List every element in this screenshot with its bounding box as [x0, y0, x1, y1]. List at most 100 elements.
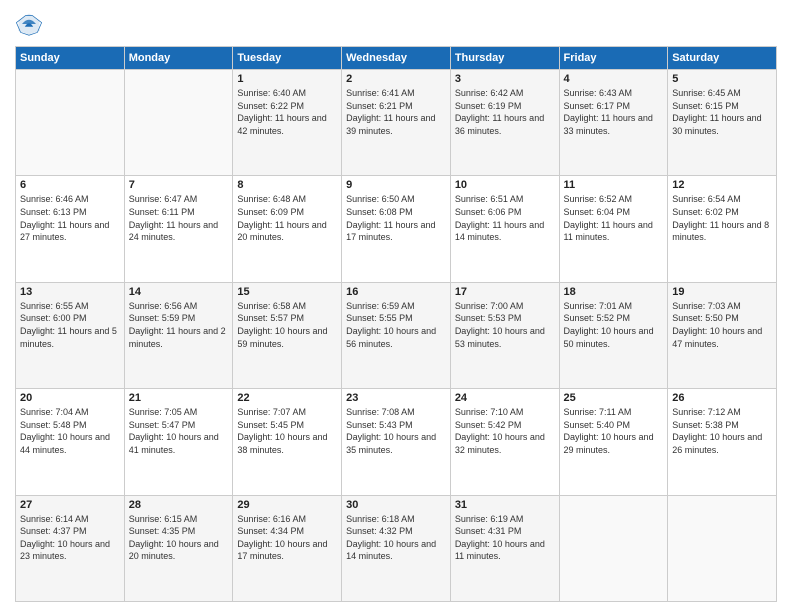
- day-number: 17: [455, 286, 555, 298]
- calendar-table: SundayMondayTuesdayWednesdayThursdayFrid…: [15, 46, 777, 602]
- day-info: Sunrise: 6:45 AMSunset: 6:15 PMDaylight:…: [672, 87, 772, 137]
- calendar-cell: 18Sunrise: 7:01 AMSunset: 5:52 PMDayligh…: [559, 282, 668, 388]
- day-info: Sunrise: 6:56 AMSunset: 5:59 PMDaylight:…: [129, 300, 229, 350]
- day-number: 6: [20, 179, 120, 191]
- day-info: Sunrise: 6:41 AMSunset: 6:21 PMDaylight:…: [346, 87, 446, 137]
- calendar-cell: 16 Sunrise: 6:59 AMSunset: 5:55 PMDayligh…: [342, 282, 451, 388]
- weekday-header-friday: Friday: [559, 47, 668, 70]
- day-info: Sunrise: 6:55 AMSunset: 6:00 PMDaylight:…: [20, 300, 120, 350]
- day-number: 30: [346, 499, 446, 511]
- day-info: Sunrise: 6:19 AMSunset: 4:31 PMDaylight:…: [455, 513, 555, 563]
- day-number: 29: [237, 499, 337, 511]
- calendar-cell: 2 Sunrise: 6:41 AMSunset: 6:21 PMDaylight…: [342, 70, 451, 176]
- calendar-cell: [124, 70, 233, 176]
- day-info: Sunrise: 6:42 AMSunset: 6:19 PMDaylight:…: [455, 87, 555, 137]
- calendar-cell: 10 Sunrise: 6:51 AMSunset: 6:06 PMDayligh…: [450, 176, 559, 282]
- day-info: Sunrise: 6:40 AMSunset: 6:22 PMDaylight:…: [237, 87, 337, 137]
- day-info: Sunrise: 6:48 AMSunset: 6:09 PMDaylight:…: [237, 193, 337, 243]
- calendar-cell: 1 Sunrise: 6:40 AMSunset: 6:22 PMDaylight…: [233, 70, 342, 176]
- day-info: Sunrise: 7:07 AMSunset: 5:45 PMDaylight:…: [237, 406, 337, 456]
- day-number: 5: [672, 73, 772, 85]
- calendar-cell: 26 Sunrise: 7:12 AMSunset: 5:38 PMDayligh…: [668, 389, 777, 495]
- calendar-cell: 11Sunrise: 6:52 AMSunset: 6:04 PMDayligh…: [559, 176, 668, 282]
- day-number: 1: [237, 73, 337, 85]
- day-number: 15: [237, 286, 337, 298]
- calendar-cell: 19Sunrise: 7:03 AMSunset: 5:50 PMDayligh…: [668, 282, 777, 388]
- day-number: 22: [237, 392, 337, 404]
- day-info: Sunrise: 6:47 AMSunset: 6:11 PMDaylight:…: [129, 193, 229, 243]
- calendar-cell: 13Sunrise: 6:55 AMSunset: 6:00 PMDayligh…: [16, 282, 125, 388]
- calendar-cell: 3Sunrise: 6:42 AMSunset: 6:19 PMDaylight…: [450, 70, 559, 176]
- day-number: 2: [346, 73, 446, 85]
- day-info: Sunrise: 7:12 AMSunset: 5:38 PMDaylight:…: [672, 406, 772, 456]
- calendar-cell: 9 Sunrise: 6:50 AMSunset: 6:08 PMDaylight…: [342, 176, 451, 282]
- calendar-cell: 17 Sunrise: 7:00 AMSunset: 5:53 PMDayligh…: [450, 282, 559, 388]
- day-number: 24: [455, 392, 555, 404]
- calendar-cell: 25 Sunrise: 7:11 AMSunset: 5:40 PMDayligh…: [559, 389, 668, 495]
- day-info: Sunrise: 6:59 AMSunset: 5:55 PMDaylight:…: [346, 300, 446, 350]
- calendar-cell: 20 Sunrise: 7:04 AMSunset: 5:48 PMDayligh…: [16, 389, 125, 495]
- calendar-cell: 21Sunrise: 7:05 AMSunset: 5:47 PMDayligh…: [124, 389, 233, 495]
- calendar-cell: 12 Sunrise: 6:54 AMSunset: 6:02 PMDayligh…: [668, 176, 777, 282]
- day-info: Sunrise: 6:15 AMSunset: 4:35 PMDaylight:…: [129, 513, 229, 563]
- calendar-week-row: 6 Sunrise: 6:46 AMSunset: 6:13 PMDaylight…: [16, 176, 777, 282]
- day-number: 10: [455, 179, 555, 191]
- day-number: 21: [129, 392, 229, 404]
- calendar-cell: 14 Sunrise: 6:56 AMSunset: 5:59 PMDayligh…: [124, 282, 233, 388]
- day-info: Sunrise: 6:58 AMSunset: 5:57 PMDaylight:…: [237, 300, 337, 350]
- weekday-header-tuesday: Tuesday: [233, 47, 342, 70]
- weekday-header-thursday: Thursday: [450, 47, 559, 70]
- day-number: 20: [20, 392, 120, 404]
- day-info: Sunrise: 6:50 AMSunset: 6:08 PMDaylight:…: [346, 193, 446, 243]
- calendar-cell: 8 Sunrise: 6:48 AMSunset: 6:09 PMDaylight…: [233, 176, 342, 282]
- calendar-cell: 7 Sunrise: 6:47 AMSunset: 6:11 PMDaylight…: [124, 176, 233, 282]
- day-number: 8: [237, 179, 337, 191]
- calendar-cell: 27 Sunrise: 6:14 AMSunset: 4:37 PMDayligh…: [16, 495, 125, 601]
- day-info: Sunrise: 7:11 AMSunset: 5:40 PMDaylight:…: [564, 406, 664, 456]
- logo-icon: [15, 10, 43, 38]
- day-info: Sunrise: 6:54 AMSunset: 6:02 PMDaylight:…: [672, 193, 772, 243]
- calendar-cell: [668, 495, 777, 601]
- calendar-cell: 4 Sunrise: 6:43 AMSunset: 6:17 PMDaylight…: [559, 70, 668, 176]
- calendar-week-row: 20 Sunrise: 7:04 AMSunset: 5:48 PMDayligh…: [16, 389, 777, 495]
- day-number: 4: [564, 73, 664, 85]
- day-info: Sunrise: 7:08 AMSunset: 5:43 PMDaylight:…: [346, 406, 446, 456]
- day-number: 26: [672, 392, 772, 404]
- header: [15, 10, 777, 38]
- day-info: Sunrise: 6:46 AMSunset: 6:13 PMDaylight:…: [20, 193, 120, 243]
- day-info: Sunrise: 6:18 AMSunset: 4:32 PMDaylight:…: [346, 513, 446, 563]
- calendar-cell: 29 Sunrise: 6:16 AMSunset: 4:34 PMDayligh…: [233, 495, 342, 601]
- day-number: 25: [564, 392, 664, 404]
- weekday-header-sunday: Sunday: [16, 47, 125, 70]
- weekday-header-monday: Monday: [124, 47, 233, 70]
- day-info: Sunrise: 6:43 AMSunset: 6:17 PMDaylight:…: [564, 87, 664, 137]
- calendar-cell: 22 Sunrise: 7:07 AMSunset: 5:45 PMDayligh…: [233, 389, 342, 495]
- logo: [15, 10, 47, 38]
- day-number: 27: [20, 499, 120, 511]
- calendar-cell: 30 Sunrise: 6:18 AMSunset: 4:32 PMDayligh…: [342, 495, 451, 601]
- calendar-week-row: 27 Sunrise: 6:14 AMSunset: 4:37 PMDayligh…: [16, 495, 777, 601]
- calendar-cell: 5 Sunrise: 6:45 AMSunset: 6:15 PMDaylight…: [668, 70, 777, 176]
- day-number: 9: [346, 179, 446, 191]
- day-number: 23: [346, 392, 446, 404]
- day-number: 14: [129, 286, 229, 298]
- day-info: Sunrise: 6:14 AMSunset: 4:37 PMDaylight:…: [20, 513, 120, 563]
- day-number: 7: [129, 179, 229, 191]
- day-info: Sunrise: 6:16 AMSunset: 4:34 PMDaylight:…: [237, 513, 337, 563]
- weekday-header-wednesday: Wednesday: [342, 47, 451, 70]
- page: SundayMondayTuesdayWednesdayThursdayFrid…: [0, 0, 792, 612]
- day-info: Sunrise: 7:01 AMSunset: 5:52 PMDaylight:…: [564, 300, 664, 350]
- day-info: Sunrise: 7:10 AMSunset: 5:42 PMDaylight:…: [455, 406, 555, 456]
- weekday-header-saturday: Saturday: [668, 47, 777, 70]
- day-number: 16: [346, 286, 446, 298]
- day-number: 12: [672, 179, 772, 191]
- day-number: 19: [672, 286, 772, 298]
- calendar-cell: 31Sunrise: 6:19 AMSunset: 4:31 PMDayligh…: [450, 495, 559, 601]
- day-info: Sunrise: 7:04 AMSunset: 5:48 PMDaylight:…: [20, 406, 120, 456]
- day-info: Sunrise: 6:51 AMSunset: 6:06 PMDaylight:…: [455, 193, 555, 243]
- calendar-cell: 23 Sunrise: 7:08 AMSunset: 5:43 PMDayligh…: [342, 389, 451, 495]
- day-info: Sunrise: 7:00 AMSunset: 5:53 PMDaylight:…: [455, 300, 555, 350]
- day-number: 28: [129, 499, 229, 511]
- calendar-cell: 15 Sunrise: 6:58 AMSunset: 5:57 PMDayligh…: [233, 282, 342, 388]
- calendar-cell: [16, 70, 125, 176]
